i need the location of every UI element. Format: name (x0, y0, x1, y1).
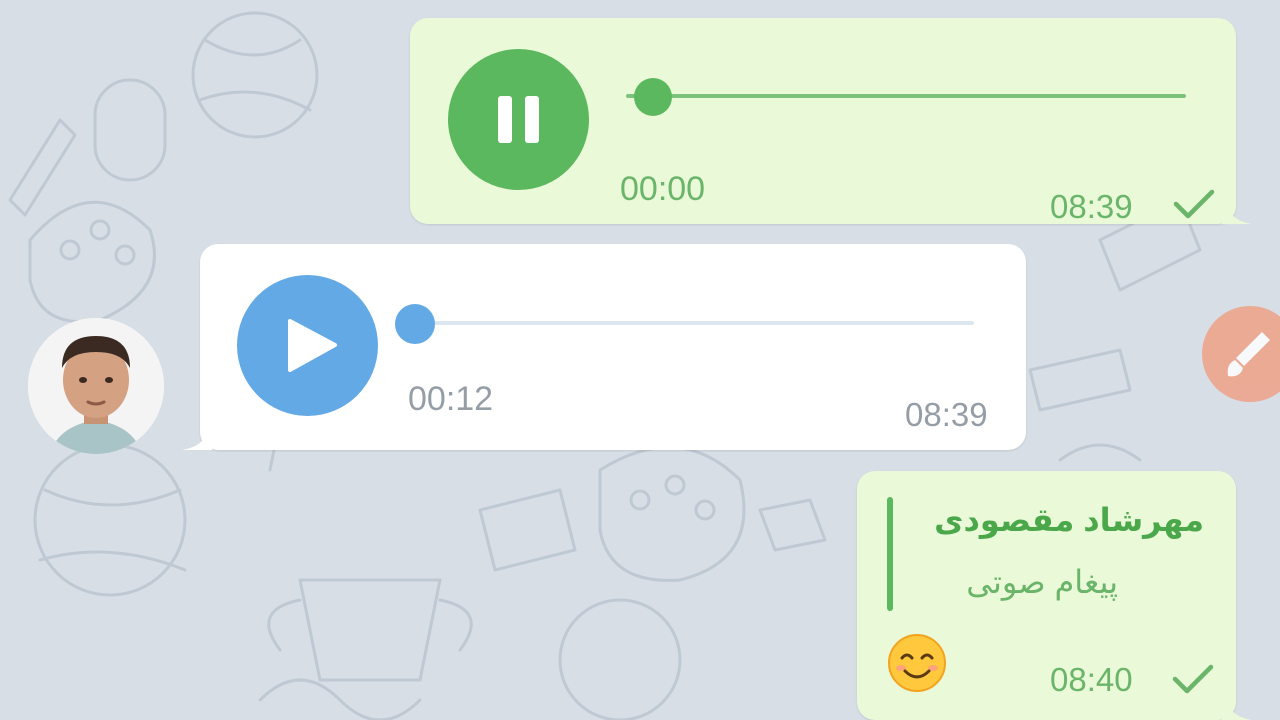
playback-track[interactable] (626, 94, 1186, 98)
mouse-doodle (93, 78, 167, 182)
wave-doodle (258, 678, 422, 720)
brush-icon (1227, 332, 1270, 377)
eraser-doodle (758, 498, 827, 552)
playback-scrubber[interactable] (634, 78, 672, 116)
outgoing-voice-message: 00:00 08:39 (410, 18, 1252, 225)
pencil-doodle (8, 118, 77, 217)
incoming-voice-message: 00:12 08:39 (182, 244, 1026, 450)
trophy-doodle (267, 578, 473, 682)
globe-doodle-2 (33, 443, 187, 597)
brush-button[interactable] (1202, 306, 1280, 402)
reply-quoted-text[interactable]: پیغام صوتی (966, 563, 1118, 601)
smiling-face-emoji (888, 634, 946, 692)
reply-quote-bar (887, 497, 893, 611)
check-icon (1173, 189, 1215, 219)
play-icon (288, 319, 337, 372)
globe-doodle (191, 11, 319, 139)
voice-duration: 00:00 (620, 170, 706, 208)
voice-duration: 00:12 (408, 380, 494, 418)
pause-button[interactable] (448, 49, 589, 190)
message-time: 08:40 (1050, 661, 1133, 698)
ruler-doodle (1028, 348, 1132, 412)
sharpener-doodle (478, 488, 577, 572)
message-time: 08:39 (905, 396, 988, 433)
message-time: 08:39 (1050, 188, 1133, 225)
sender-avatar[interactable] (28, 318, 164, 454)
playback-scrubber[interactable] (395, 304, 435, 344)
playback-track[interactable] (414, 321, 974, 325)
play-button[interactable] (237, 275, 378, 416)
avatar-photo (28, 318, 164, 454)
globe-doodle-3 (558, 598, 682, 720)
bubble-tail (182, 420, 212, 450)
check-icon (1172, 664, 1214, 694)
bubble-tail (1222, 690, 1252, 720)
outgoing-reply-message: مهرشاد مقصودی پیغام صوتی 08:40 (857, 471, 1252, 720)
pause-icon (498, 96, 539, 143)
palette-doodle (28, 200, 156, 324)
palette-doodle-2 (598, 445, 746, 582)
bubble-tail (1222, 194, 1252, 224)
reply-sender-name[interactable]: مهرشاد مقصودی (934, 501, 1204, 539)
